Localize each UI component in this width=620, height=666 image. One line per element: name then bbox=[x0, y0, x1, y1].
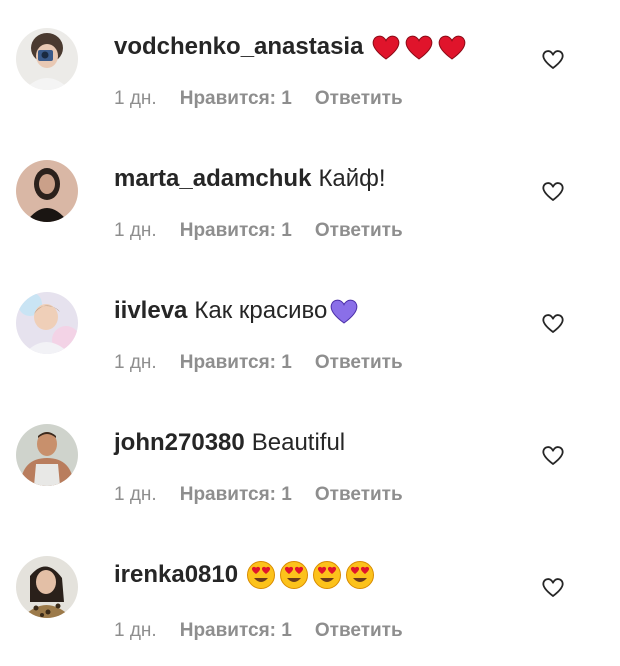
heart-outline-icon[interactable] bbox=[540, 574, 566, 600]
reply-button[interactable]: Ответить bbox=[315, 352, 403, 374]
red-heart-icon bbox=[371, 32, 401, 62]
comment: iivleva Как красиво 1 дн. Нравится: 1 От… bbox=[0, 292, 620, 402]
comment: marta_adamchuk Кайф! 1 дн. Нравится: 1 О… bbox=[0, 160, 620, 270]
heart-outline-icon[interactable] bbox=[540, 178, 566, 204]
avatar[interactable] bbox=[16, 292, 78, 354]
comment-time[interactable]: 1 дн. bbox=[114, 352, 157, 374]
reply-button[interactable]: Ответить bbox=[315, 88, 403, 110]
comment: john270380 Beautiful 1 дн. Нравится: 1 О… bbox=[0, 424, 620, 534]
red-heart-icon bbox=[437, 32, 467, 62]
heart-outline-icon[interactable] bbox=[540, 442, 566, 468]
avatar[interactable] bbox=[16, 28, 78, 90]
heart-eyes-face-icon bbox=[345, 560, 375, 590]
red-heart-icon bbox=[404, 32, 434, 62]
comments-list: vodchenko_anastasia 1 дн. Нравится: 1 От… bbox=[0, 0, 620, 644]
comment-username[interactable]: vodchenko_anastasia bbox=[114, 30, 363, 64]
comment-likes[interactable]: Нравится: 1 bbox=[180, 88, 292, 110]
comment-likes[interactable]: Нравится: 1 bbox=[180, 484, 292, 506]
purple-heart-icon bbox=[329, 296, 359, 326]
comment: vodchenko_anastasia 1 дн. Нравится: 1 От… bbox=[0, 28, 620, 138]
comment-time[interactable]: 1 дн. bbox=[114, 620, 157, 642]
comment-likes[interactable]: Нравится: 1 bbox=[180, 352, 292, 374]
heart-outline-icon[interactable] bbox=[540, 46, 566, 72]
heart-eyes-face-icon bbox=[312, 560, 342, 590]
comment-text: Beautiful bbox=[251, 429, 346, 456]
comment-username[interactable]: iivleva bbox=[114, 294, 187, 328]
comment: irenka0810 1 дн. Нравится: 1 Ответить bbox=[0, 556, 620, 666]
avatar[interactable] bbox=[16, 160, 78, 222]
avatar[interactable] bbox=[16, 424, 78, 486]
comment-time[interactable]: 1 дн. bbox=[114, 220, 157, 242]
avatar[interactable] bbox=[16, 556, 78, 618]
comment-username[interactable]: john270380 bbox=[114, 426, 245, 460]
reply-button[interactable]: Ответить bbox=[315, 620, 403, 642]
comment-likes[interactable]: Нравится: 1 bbox=[180, 220, 292, 242]
comment-likes[interactable]: Нравится: 1 bbox=[180, 620, 292, 642]
comment-time[interactable]: 1 дн. bbox=[114, 484, 157, 506]
heart-eyes-face-icon bbox=[279, 560, 309, 590]
comment-text: Как красиво bbox=[194, 297, 328, 324]
heart-eyes-face-icon bbox=[246, 560, 276, 590]
comment-username[interactable]: marta_adamchuk bbox=[114, 162, 311, 196]
reply-button[interactable]: Ответить bbox=[315, 484, 403, 506]
heart-outline-icon[interactable] bbox=[540, 310, 566, 336]
comment-username[interactable]: irenka0810 bbox=[114, 558, 238, 592]
reply-button[interactable]: Ответить bbox=[315, 220, 403, 242]
comment-time[interactable]: 1 дн. bbox=[114, 88, 157, 110]
comment-text: Кайф! bbox=[318, 165, 386, 192]
